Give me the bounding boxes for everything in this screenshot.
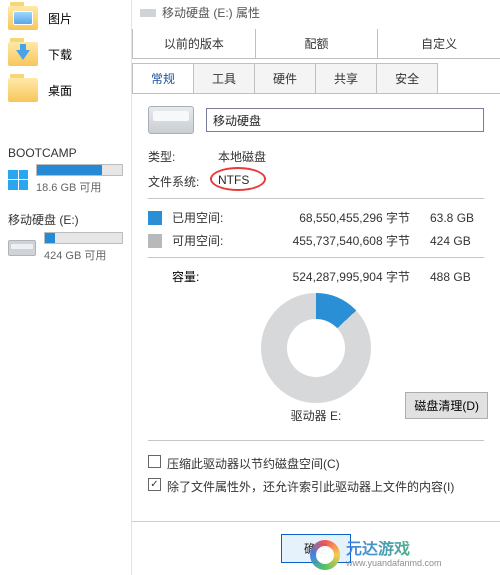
drive-removable-e[interactable]: 移动硬盘 (E:) 424 GB 可用 — [0, 203, 131, 271]
used-label: 已用空间: — [172, 209, 234, 226]
tab-security[interactable]: 安全 — [376, 63, 438, 93]
drive-bootcamp[interactable]: BOOTCAMP 18.6 GB 可用 — [0, 138, 131, 203]
hdd-icon — [8, 240, 36, 256]
free-label: 可用空间: — [172, 232, 234, 249]
tab-row-primary: 常规 工具 硬件 共享 安全 — [132, 63, 500, 94]
capacity-label: 容量: — [148, 268, 238, 285]
sidebar-item-desktop[interactable]: 桌面 — [0, 72, 131, 108]
windows-logo-icon — [8, 170, 28, 190]
usage-pie-chart — [261, 293, 371, 403]
explorer-sidebar: 图片 下载 桌面 BOOTCAMP 18.6 GB 可用 移动硬盘 (E:) — [0, 0, 132, 575]
compress-checkbox[interactable] — [148, 455, 161, 468]
tab-general[interactable]: 常规 — [132, 63, 194, 93]
sidebar-item-label: 图片 — [48, 10, 72, 27]
divider — [148, 257, 484, 258]
pictures-folder-icon — [8, 6, 38, 30]
tab-sharing[interactable]: 共享 — [315, 63, 377, 93]
ok-button[interactable]: 确定 — [281, 534, 351, 563]
free-color-swatch — [148, 234, 162, 248]
sidebar-item-pictures[interactable]: 图片 — [0, 0, 131, 36]
type-value: 本地磁盘 — [218, 148, 266, 165]
dialog-titlebar: 移动硬盘 (E:) 属性 — [132, 0, 500, 25]
volume-name-input[interactable] — [206, 108, 484, 132]
dialog-buttons: 确定 — [132, 521, 500, 575]
desktop-folder-icon — [8, 78, 38, 102]
properties-dialog: 移动硬盘 (E:) 属性 以前的版本 配额 自定义 常规 工具 硬件 共享 安全… — [132, 0, 500, 575]
hdd-icon — [148, 106, 194, 134]
tab-tools[interactable]: 工具 — [193, 63, 255, 93]
free-size: 424 GB — [420, 234, 484, 248]
free-bytes: 455,737,540,608 字节 — [244, 232, 410, 249]
filesystem-label: 文件系统: — [148, 173, 208, 190]
tab-quota[interactable]: 配额 — [255, 29, 379, 59]
sidebar-item-label: 下载 — [48, 46, 72, 63]
disk-cleanup-button[interactable]: 磁盘清理(D) — [405, 392, 488, 419]
dialog-title: 移动硬盘 (E:) 属性 — [162, 4, 260, 21]
index-label: 除了文件属性外，还允许索引此驱动器上文件的内容(I) — [167, 478, 454, 495]
sidebar-item-label: 桌面 — [48, 82, 72, 99]
tab-customize[interactable]: 自定义 — [377, 29, 500, 59]
index-checkbox[interactable] — [148, 478, 161, 491]
used-bytes: 68,550,455,296 字节 — [244, 209, 410, 226]
capacity-bytes: 524,287,995,904 字节 — [248, 268, 410, 285]
used-size: 63.8 GB — [420, 211, 484, 225]
divider — [148, 440, 484, 441]
tab-hardware[interactable]: 硬件 — [254, 63, 316, 93]
compress-label: 压缩此驱动器以节约磁盘空间(C) — [167, 455, 340, 472]
drive-usage-bar — [36, 164, 123, 176]
hdd-icon — [140, 9, 156, 17]
type-label: 类型: — [148, 148, 208, 165]
capacity-size: 488 GB — [420, 270, 484, 284]
sidebar-item-downloads[interactable]: 下载 — [0, 36, 131, 72]
used-color-swatch — [148, 211, 162, 225]
tab-previous-versions[interactable]: 以前的版本 — [132, 29, 256, 59]
divider — [148, 198, 484, 199]
tab-row-secondary: 以前的版本 配额 自定义 — [132, 29, 500, 59]
drive-usage-bar — [44, 232, 123, 244]
filesystem-value: NTFS — [218, 173, 249, 190]
downloads-folder-icon — [8, 42, 38, 66]
